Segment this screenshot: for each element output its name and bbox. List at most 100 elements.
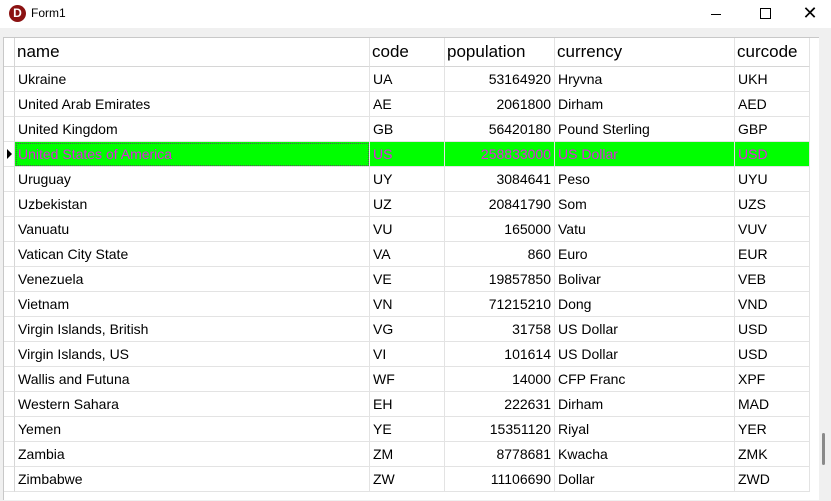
table-row[interactable]: Vietnam VN 71215210 Dong VND: [4, 292, 810, 317]
cell-name[interactable]: United States of America: [15, 142, 370, 167]
row-indicator[interactable]: [4, 317, 15, 342]
cell-code[interactable]: WF: [370, 367, 445, 392]
cell-currency[interactable]: Bolivar: [555, 267, 735, 292]
cell-name[interactable]: Virgin Islands, British: [15, 317, 370, 342]
cell-population[interactable]: 222631: [445, 392, 555, 417]
cell-population[interactable]: 71215210: [445, 292, 555, 317]
cell-name[interactable]: Wallis and Futuna: [15, 367, 370, 392]
cell-curcode[interactable]: VUV: [735, 217, 810, 242]
cell-code[interactable]: VI: [370, 342, 445, 367]
table-row[interactable]: Uruguay UY 3084641 Peso UYU: [4, 167, 810, 192]
cell-currency[interactable]: Dong: [555, 292, 735, 317]
cell-currency[interactable]: Dirham: [555, 392, 735, 417]
cell-currency[interactable]: Dirham: [555, 92, 735, 117]
cell-code[interactable]: UZ: [370, 192, 445, 217]
data-grid[interactable]: name code population currency curcode Uk…: [3, 37, 819, 500]
cell-population[interactable]: 20841790: [445, 192, 555, 217]
cell-population[interactable]: 11106690: [445, 467, 555, 492]
cell-currency[interactable]: US Dollar: [555, 342, 735, 367]
cell-population[interactable]: 14000: [445, 367, 555, 392]
cell-name[interactable]: Zimbabwe: [15, 467, 370, 492]
cell-curcode[interactable]: YER: [735, 417, 810, 442]
row-indicator[interactable]: [4, 142, 15, 167]
cell-population[interactable]: 15351120: [445, 417, 555, 442]
cell-currency[interactable]: Pound Sterling: [555, 117, 735, 142]
cell-name[interactable]: Western Sahara: [15, 392, 370, 417]
table-row[interactable]: Venezuela VE 19857850 Bolivar VEB: [4, 267, 810, 292]
cell-curcode[interactable]: GBP: [735, 117, 810, 142]
table-row[interactable]: Wallis and Futuna WF 14000 CFP Franc XPF: [4, 367, 810, 392]
cell-currency[interactable]: Peso: [555, 167, 735, 192]
cell-code[interactable]: UY: [370, 167, 445, 192]
cell-population[interactable]: 56420180: [445, 117, 555, 142]
cell-code[interactable]: EH: [370, 392, 445, 417]
cell-name[interactable]: Yemen: [15, 417, 370, 442]
cell-name[interactable]: Zambia: [15, 442, 370, 467]
maximize-button[interactable]: [742, 0, 788, 28]
cell-population[interactable]: 8778681: [445, 442, 555, 467]
close-button[interactable]: ✕: [787, 0, 831, 28]
cell-code[interactable]: VU: [370, 217, 445, 242]
row-indicator[interactable]: [4, 242, 15, 267]
row-indicator[interactable]: [4, 117, 15, 142]
cell-name[interactable]: Virgin Islands, US: [15, 342, 370, 367]
row-indicator[interactable]: [4, 67, 15, 92]
table-row[interactable]: Ukraine UA 53164920 Hryvna UKH: [4, 67, 810, 92]
cell-code[interactable]: VG: [370, 317, 445, 342]
row-indicator[interactable]: [4, 367, 15, 392]
cell-code[interactable]: VN: [370, 292, 445, 317]
cell-curcode[interactable]: AED: [735, 92, 810, 117]
cell-name[interactable]: Uzbekistan: [15, 192, 370, 217]
table-row[interactable]: Yemen YE 15351120 Riyal YER: [4, 417, 810, 442]
table-row[interactable]: Virgin Islands, British VG 31758 US Dollar U…: [4, 317, 810, 342]
cell-curcode[interactable]: USD: [735, 317, 810, 342]
row-indicator[interactable]: [4, 442, 15, 467]
cell-currency[interactable]: CFP Franc: [555, 367, 735, 392]
table-row[interactable]: Virgin Islands, US VI 101614 US Dollar USD: [4, 342, 810, 367]
column-header-currency[interactable]: currency: [555, 38, 735, 67]
table-row[interactable]: United Arab Emirates AE 2061800 Dirham AED: [4, 92, 810, 117]
cell-code[interactable]: UA: [370, 67, 445, 92]
cell-code[interactable]: GB: [370, 117, 445, 142]
cell-population[interactable]: 19857850: [445, 267, 555, 292]
cell-curcode[interactable]: ZMK: [735, 442, 810, 467]
cell-name[interactable]: United Kingdom: [15, 117, 370, 142]
cell-curcode[interactable]: EUR: [735, 242, 810, 267]
cell-population[interactable]: 258833000: [445, 142, 555, 167]
cell-curcode[interactable]: VND: [735, 292, 810, 317]
table-row[interactable]: Zambia ZM 8778681 Kwacha ZMK: [4, 442, 810, 467]
cell-population[interactable]: 3084641: [445, 167, 555, 192]
cell-code[interactable]: ZM: [370, 442, 445, 467]
row-indicator[interactable]: [4, 417, 15, 442]
cell-name[interactable]: Venezuela: [15, 267, 370, 292]
cell-currency[interactable]: Kwacha: [555, 442, 735, 467]
cell-population[interactable]: 165000: [445, 217, 555, 242]
cell-curcode[interactable]: VEB: [735, 267, 810, 292]
cell-curcode[interactable]: XPF: [735, 367, 810, 392]
cell-currency[interactable]: Euro: [555, 242, 735, 267]
cell-currency[interactable]: Vatu: [555, 217, 735, 242]
cell-curcode[interactable]: UKH: [735, 67, 810, 92]
table-row[interactable]: Western Sahara EH 222631 Dirham MAD: [4, 392, 810, 417]
table-row[interactable]: Uzbekistan UZ 20841790 Som UZS: [4, 192, 810, 217]
row-indicator[interactable]: [4, 292, 15, 317]
row-indicator[interactable]: [4, 467, 15, 492]
cell-name[interactable]: Ukraine: [15, 67, 370, 92]
row-indicator[interactable]: [4, 167, 15, 192]
cell-currency[interactable]: US Dollar: [555, 142, 735, 167]
table-row[interactable]: Vanuatu VU 165000 Vatu VUV: [4, 217, 810, 242]
cell-code[interactable]: VA: [370, 242, 445, 267]
cell-curcode[interactable]: UYU: [735, 167, 810, 192]
cell-population[interactable]: 2061800: [445, 92, 555, 117]
cell-curcode[interactable]: USD: [735, 142, 810, 167]
cell-curcode[interactable]: ZWD: [735, 467, 810, 492]
column-header-population[interactable]: population: [445, 38, 555, 67]
cell-curcode[interactable]: USD: [735, 342, 810, 367]
row-indicator[interactable]: [4, 217, 15, 242]
cell-name[interactable]: Uruguay: [15, 167, 370, 192]
column-header-curcode[interactable]: curcode: [735, 38, 810, 67]
cell-name[interactable]: Vatican City State: [15, 242, 370, 267]
cell-name[interactable]: United Arab Emirates: [15, 92, 370, 117]
scrollbar-thumb[interactable]: [822, 433, 825, 465]
row-indicator[interactable]: [4, 192, 15, 217]
